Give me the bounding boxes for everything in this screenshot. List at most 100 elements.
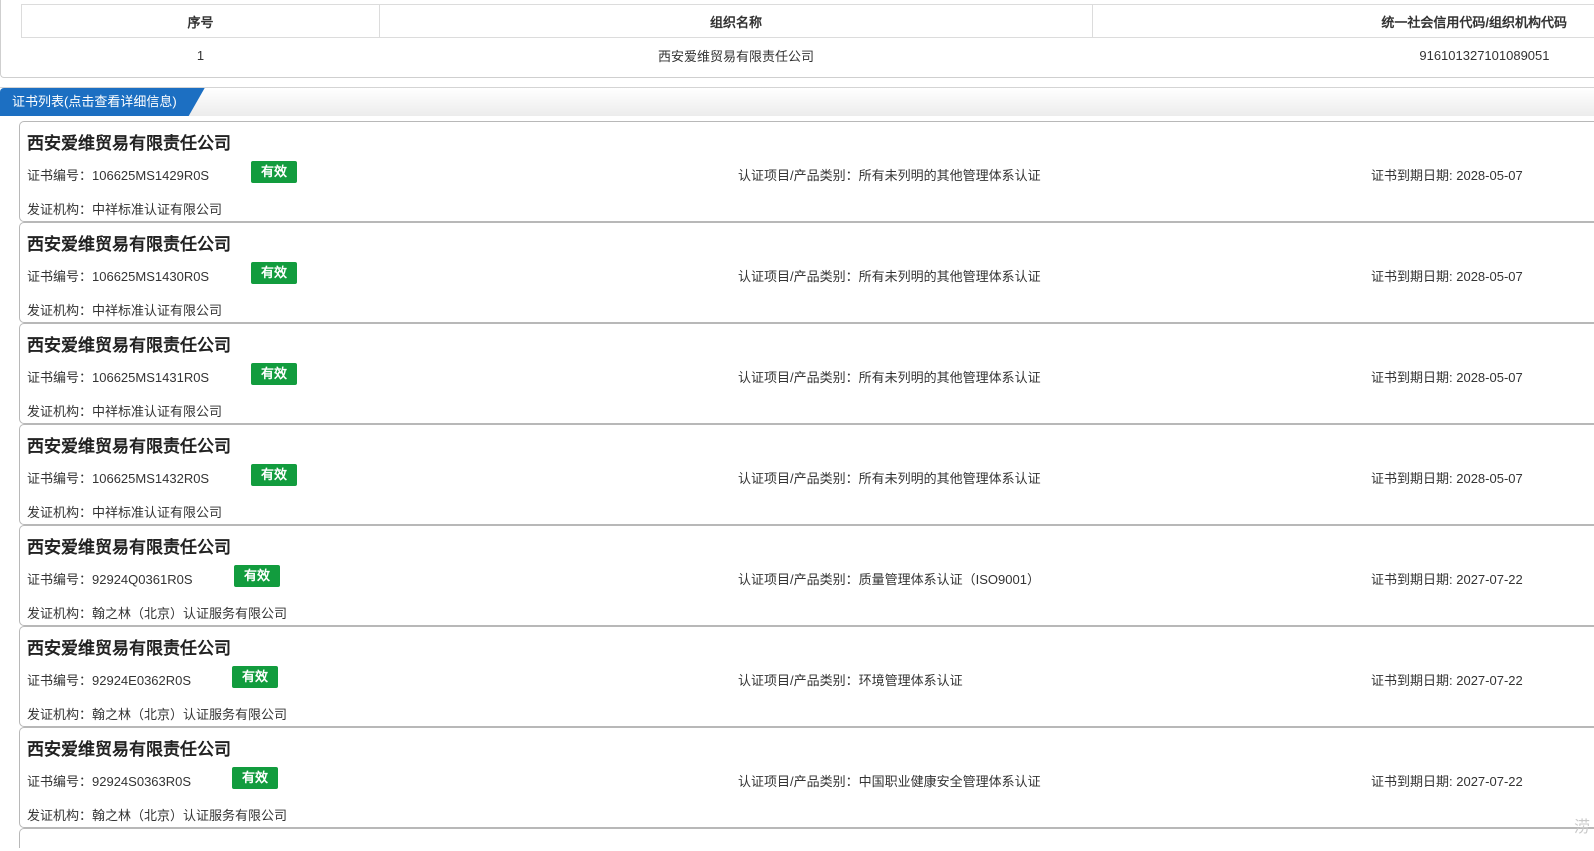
cert-issuer-label: 发证机构：	[27, 404, 93, 419]
cert-card[interactable]: 西安爱维贸易有限责任公司证书编号：106625MS1432R0S 有效 认证项目/产…	[19, 424, 1594, 525]
cert-issuer: 发证机构：翰之林（北京）认证服务有限公司	[27, 603, 287, 622]
cert-item-value: 所有未列明的其他管理体系认证	[858, 269, 1041, 284]
org-table-row[interactable]: 1 西安爱维贸易有限责任公司 916101327101089051	[21, 37, 1594, 72]
cert-issuer-value: 中祥标准认证有限公司	[92, 202, 223, 217]
org-table-header-row: 序号 组织名称 统一社会信用代码/组织机构代码	[21, 4, 1594, 38]
cert-company-name[interactable]: 西安爱维贸易有限责任公司	[27, 735, 231, 760]
org-index-cell: 1	[21, 37, 380, 72]
cert-item: 认证项目/产品类别：中国职业健康安全管理体系认证	[738, 771, 1041, 790]
cert-list-tab[interactable]: 证书列表(点击查看详细信息)	[0, 88, 205, 116]
cert-issuer-value: 中祥标准认证有限公司	[92, 404, 223, 419]
cert-expiry-label: 证书到期日期:	[1371, 168, 1457, 183]
cert-item-label: 认证项目/产品类别：	[738, 168, 859, 183]
cert-issuer: 发证机构：翰之林（北京）认证服务有限公司	[27, 805, 287, 824]
cert-expiry: 证书到期日期: 2027-07-22	[1371, 771, 1523, 790]
cert-expiry-value: 2027-07-22	[1456, 673, 1523, 688]
cert-card[interactable]: 西安爱维贸易有限责任公司 证书编号：106625MS1430R0S 有效 认证项目/产…	[19, 222, 1594, 323]
cert-number-value: 92924E0362R0S	[92, 673, 192, 688]
cert-company-name[interactable]: 西安爱维贸易有限责任公司	[27, 533, 231, 558]
status-badge: 有效	[232, 666, 278, 688]
cert-card[interactable]: 西安爱维贸易有限责任公司 证书编号：92924Q0361R0S 有效 认证项目/产品类…	[19, 525, 1594, 626]
cert-number-label: 证书编号：	[27, 572, 93, 587]
watermark-text: 涝	[1573, 819, 1590, 836]
status-badge: 有效	[251, 464, 297, 486]
cert-issuer-value: 翰之林（北京）认证服务有限公司	[92, 808, 288, 823]
cert-expiry: 证书到期日期: 2028-05-07	[1371, 367, 1523, 386]
cert-company-name[interactable]: 西安爱维贸易有限责任公司	[27, 129, 231, 154]
cert-number: 证书编号：92924E0362R0S	[27, 670, 191, 689]
cert-expiry-label: 证书到期日期:	[1371, 774, 1457, 789]
cert-expiry-value: 2028-05-07	[1456, 269, 1523, 284]
cert-issuer-value: 翰之林（北京）认证服务有限公司	[92, 606, 288, 621]
cert-expiry-label: 证书到期日期:	[1371, 370, 1457, 385]
cert-expiry: 证书到期日期: 2027-07-22	[1371, 670, 1523, 689]
cert-issuer: 发证机构：翰之林（北京）认证服务有限公司	[27, 704, 287, 723]
org-table-header-code: 统一社会信用代码/组织机构代码	[1092, 4, 1594, 38]
org-table: 序号 组织名称 统一社会信用代码/组织机构代码 1 西安爱维贸易有限责任公司 9…	[21, 4, 1594, 72]
cert-number: 证书编号：92924S0363R0S	[27, 771, 191, 790]
cert-number-value: 106625MS1431R0S	[92, 370, 210, 385]
cert-item-label: 认证项目/产品类别：	[738, 673, 859, 688]
cert-issuer-label: 发证机构：	[27, 707, 93, 722]
cert-issuer-value: 中祥标准认证有限公司	[92, 303, 223, 318]
cert-item: 认证项目/产品类别：环境管理体系认证	[738, 670, 963, 689]
cert-issuer-value: 中祥标准认证有限公司	[92, 505, 223, 520]
org-code-cell: 916101327101089051	[1092, 37, 1594, 72]
cert-item: 认证项目/产品类别：所有未列明的其他管理体系认证	[738, 266, 1041, 285]
org-table-header-index: 序号	[21, 4, 380, 38]
cert-issuer-label: 发证机构：	[27, 202, 93, 217]
cert-issuer-label: 发证机构：	[27, 606, 93, 621]
cert-item-label: 认证项目/产品类别：	[738, 471, 859, 486]
cert-card[interactable]: 西安爱维贸易有限责任公司 证书编号：106625MS1431R0S 有效 认证项目/产…	[19, 323, 1594, 424]
cert-number-value: 106625MS1432R0S	[92, 471, 210, 486]
cert-company-name[interactable]: 西安爱维贸易有限责任公司	[27, 230, 231, 255]
cert-expiry-label: 证书到期日期:	[1371, 572, 1457, 587]
cert-item-value: 中国职业健康安全管理体系认证	[858, 774, 1041, 789]
cert-list: 西安爱维贸易有限责任公司 证书编号：106625MS1429R0S 有效 认证项目/产…	[19, 121, 1594, 848]
cert-card[interactable]: 西安爱维贸易有限责任公司 证书编号：92924S0363R0S 有效 认证项目/产品类…	[19, 727, 1594, 828]
cert-item: 认证项目/产品类别：所有未列明的其他管理体系认证	[738, 165, 1041, 184]
cert-company-name[interactable]: 西安爱维贸易有限责任公司	[27, 331, 231, 356]
cert-item-label: 认证项目/产品类别：	[738, 572, 859, 587]
cert-number-value: 92924S0363R0S	[92, 774, 192, 789]
cert-number-label: 证书编号：	[27, 471, 93, 486]
cert-card-partial[interactable]	[19, 828, 1594, 848]
cert-item-label: 认证项目/产品类别：	[738, 774, 859, 789]
cert-list-section-header: 证书列表(点击查看详细信息)	[0, 87, 1594, 116]
status-badge: 有效	[251, 262, 297, 284]
cert-issuer-label: 发证机构：	[27, 505, 93, 520]
cert-issuer-label: 发证机构：	[27, 303, 93, 318]
cert-issuer-value: 翰之林（北京）认证服务有限公司	[92, 707, 288, 722]
cert-expiry-value: 2027-07-22	[1456, 572, 1523, 587]
cert-issuer-label: 发证机构：	[27, 808, 93, 823]
cert-expiry: 证书到期日期: 2027-07-22	[1371, 569, 1523, 588]
cert-company-name[interactable]: 西安爱维贸易有限责任公司	[27, 634, 231, 659]
cert-item-value: 所有未列明的其他管理体系认证	[858, 168, 1041, 183]
cert-number-value: 106625MS1429R0S	[92, 168, 210, 183]
cert-item-label: 认证项目/产品类别：	[738, 269, 859, 284]
cert-issuer: 发证机构：中祥标准认证有限公司	[27, 300, 222, 319]
status-badge: 有效	[251, 161, 297, 183]
cert-issuer: 发证机构：中祥标准认证有限公司	[27, 401, 222, 420]
cert-card[interactable]: 西安爱维贸易有限责任公司证书编号：92924E0362R0S 有效 认证项目/产品类…	[19, 626, 1594, 727]
cert-item-value: 质量管理体系认证（ISO9001）	[858, 572, 1040, 587]
cert-item-value: 环境管理体系认证	[858, 673, 963, 688]
cert-expiry-value: 2028-05-07	[1456, 168, 1523, 183]
cert-item-value: 所有未列明的其他管理体系认证	[858, 471, 1041, 486]
cert-expiry: 证书到期日期: 2028-05-07	[1371, 266, 1523, 285]
org-table-header-name: 组织名称	[379, 4, 1093, 38]
cert-number: 证书编号：106625MS1432R0S	[27, 468, 209, 487]
cert-expiry-label: 证书到期日期:	[1371, 673, 1457, 688]
cert-number: 证书编号：106625MS1431R0S	[27, 367, 209, 386]
cert-issuer: 发证机构：中祥标准认证有限公司	[27, 502, 222, 521]
cert-card[interactable]: 西安爱维贸易有限责任公司证书编号：106625MS1429R0S 有效 认证项目/产…	[19, 121, 1594, 222]
cert-number-label: 证书编号：	[27, 774, 93, 789]
cert-expiry-value: 2027-07-22	[1456, 774, 1523, 789]
cert-company-name[interactable]: 西安爱维贸易有限责任公司	[27, 432, 231, 457]
cert-number-label: 证书编号：	[27, 168, 93, 183]
cert-item: 认证项目/产品类别：所有未列明的其他管理体系认证	[738, 367, 1041, 386]
cert-number-label: 证书编号：	[27, 269, 93, 284]
cert-number-label: 证书编号：	[27, 673, 93, 688]
cert-item-label: 认证项目/产品类别：	[738, 370, 859, 385]
status-badge: 有效	[234, 565, 280, 587]
